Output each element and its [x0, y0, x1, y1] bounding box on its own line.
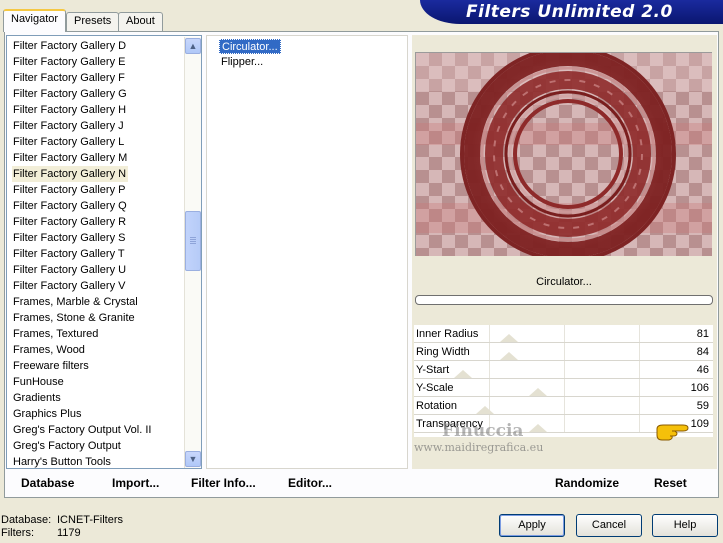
- tab-presets[interactable]: Presets: [66, 12, 120, 31]
- apply-button[interactable]: Apply: [499, 514, 565, 537]
- slider-thumb[interactable]: [500, 334, 518, 342]
- slider-label: Ring Width: [416, 346, 470, 358]
- slider-tick: [564, 361, 565, 378]
- slider-label: Rotation: [416, 400, 457, 412]
- slider-value: 84: [696, 346, 709, 358]
- slider-tick: [639, 379, 640, 396]
- category-item[interactable]: Frames, Textured: [12, 326, 100, 342]
- editor-button[interactable]: Editor...: [288, 476, 332, 490]
- preview-image: [415, 52, 712, 256]
- slider-thumb[interactable]: [529, 388, 547, 396]
- category-item[interactable]: Filter Factory Gallery G: [12, 86, 129, 102]
- category-item[interactable]: Filter Factory Gallery S: [12, 230, 127, 246]
- slider-thumb[interactable]: [529, 424, 547, 432]
- database-button[interactable]: Database: [21, 476, 74, 490]
- slider-thumb[interactable]: [454, 370, 472, 378]
- brand-title: Filters Unlimited 2.0: [466, 2, 673, 22]
- category-item[interactable]: Filter Factory Gallery R: [12, 214, 128, 230]
- slider-label: Inner Radius: [416, 328, 479, 340]
- slider-tick: [489, 325, 490, 342]
- category-item[interactable]: Frames, Wood: [12, 342, 87, 358]
- slider-value: 109: [690, 418, 709, 430]
- category-item[interactable]: Filter Factory Gallery N: [12, 166, 129, 182]
- category-list[interactable]: Filter Factory Gallery D Filter Factory G…: [6, 35, 202, 469]
- category-item[interactable]: Filter Factory Gallery J: [12, 118, 126, 134]
- slider-tick: [564, 343, 565, 360]
- slider-tick: [639, 343, 640, 360]
- category-item[interactable]: Gradients: [12, 390, 63, 406]
- scrollbar-thumb[interactable]: [185, 211, 201, 271]
- slider-tick: [489, 361, 490, 378]
- watermark-name: Finuccia: [442, 421, 524, 441]
- slider-tick: [564, 415, 565, 432]
- tab-about[interactable]: About: [118, 12, 163, 31]
- watermark-site: www.maidiregrafica.eu: [414, 441, 544, 454]
- slider-tick: [564, 379, 565, 396]
- database-label: Database:: [1, 514, 52, 526]
- slider-value: 46: [696, 364, 709, 376]
- category-item[interactable]: Greg's Factory Output Vol. II: [12, 422, 153, 438]
- slider-row[interactable]: Y-Scale 106: [414, 379, 713, 397]
- filters-label: Filters:: [1, 527, 34, 539]
- preview-filter-name: Circulator...: [536, 276, 592, 288]
- category-item[interactable]: Filter Factory Gallery U: [12, 262, 128, 278]
- category-item[interactable]: Filter Factory Gallery L: [12, 134, 126, 150]
- database-value: ICNET-Filters: [57, 514, 123, 526]
- category-item[interactable]: Filter Factory Gallery F: [12, 70, 127, 86]
- pointing-hand-icon: [655, 421, 691, 446]
- slider-row[interactable]: Inner Radius 81: [414, 325, 713, 343]
- category-item[interactable]: Filter Factory Gallery P: [12, 182, 127, 198]
- filter-item-flipper[interactable]: Flipper...: [219, 55, 265, 70]
- category-item[interactable]: Filter Factory Gallery T: [12, 246, 127, 262]
- slider-tick: [564, 397, 565, 414]
- reset-button[interactable]: Reset: [654, 476, 687, 490]
- slider-value: 106: [690, 382, 709, 394]
- slider-tick: [489, 379, 490, 396]
- category-item[interactable]: Freeware filters: [12, 358, 91, 374]
- slider-tick: [639, 415, 640, 432]
- category-item[interactable]: Frames, Marble & Crystal: [12, 294, 140, 310]
- help-button[interactable]: Help: [652, 514, 718, 537]
- category-item[interactable]: Filter Factory Gallery Q: [12, 198, 129, 214]
- category-item[interactable]: Filter Factory Gallery D: [12, 38, 128, 54]
- cancel-button[interactable]: Cancel: [576, 514, 642, 537]
- slider-tick: [564, 325, 565, 342]
- filter-list[interactable]: Circulator... Flipper...: [206, 35, 408, 469]
- category-item[interactable]: Harry's Button Tools: [12, 454, 113, 468]
- slider-tick: [639, 361, 640, 378]
- category-item[interactable]: Frames, Stone & Granite: [12, 310, 137, 326]
- category-item[interactable]: Graphics Plus: [12, 406, 83, 422]
- slider-thumb[interactable]: [476, 406, 494, 414]
- slider-tick: [489, 343, 490, 360]
- slider-label: Y-Start: [416, 364, 450, 376]
- slider-tick: [639, 397, 640, 414]
- category-item[interactable]: Filter Factory Gallery V: [12, 278, 127, 294]
- filter-info-button[interactable]: Filter Info...: [191, 476, 256, 490]
- slider-row[interactable]: Rotation 59: [414, 397, 713, 415]
- category-item[interactable]: FunHouse: [12, 374, 66, 390]
- randomize-button[interactable]: Randomize: [555, 476, 619, 490]
- category-item[interactable]: Filter Factory Gallery E: [12, 54, 127, 70]
- chevron-up-icon[interactable]: ▲: [185, 38, 201, 54]
- filters-count: 1179: [57, 527, 81, 539]
- slider-row[interactable]: Ring Width 84: [414, 343, 713, 361]
- category-item[interactable]: Filter Factory Gallery M: [12, 150, 129, 166]
- slider-value: 59: [696, 400, 709, 412]
- slider-tick: [639, 325, 640, 342]
- category-item[interactable]: Filter Factory Gallery H: [12, 102, 128, 118]
- tab-navigator[interactable]: Navigator: [3, 9, 67, 32]
- chevron-down-icon[interactable]: ▼: [185, 451, 201, 467]
- slider-label: Y-Scale: [416, 382, 454, 394]
- slider-row[interactable]: Y-Start 46: [414, 361, 713, 379]
- category-item[interactable]: Greg's Factory Output: [12, 438, 123, 454]
- import-button[interactable]: Import...: [112, 476, 159, 490]
- slider-thumb[interactable]: [500, 352, 518, 360]
- slider-value: 81: [696, 328, 709, 340]
- filter-item-circulator[interactable]: Circulator...: [219, 39, 281, 54]
- progress-bar: [415, 295, 713, 305]
